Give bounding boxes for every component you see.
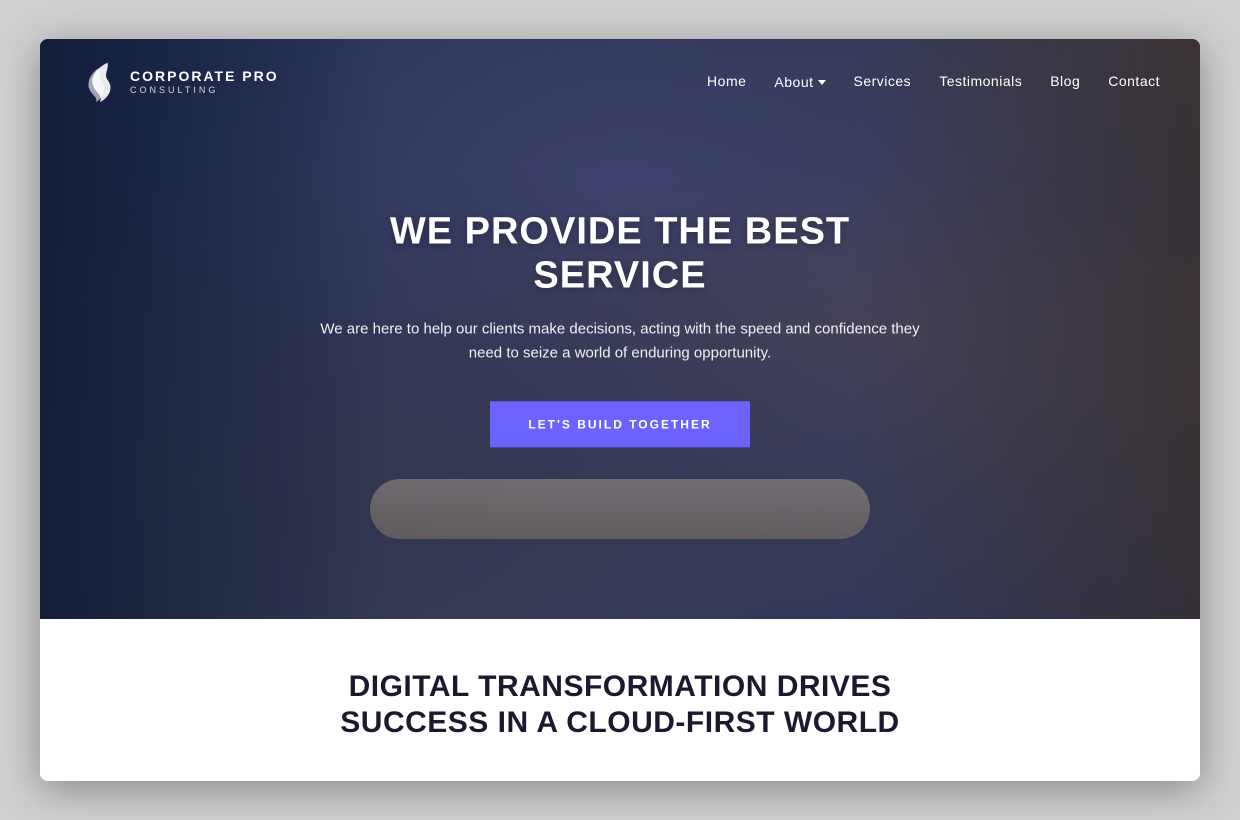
hero-subtitle: We are here to help our clients make dec…	[310, 318, 930, 366]
browser-frame: CORPORATE PRO CONSULTING Home About Serv…	[40, 39, 1200, 781]
below-hero-title: DIGITAL TRANSFORMATION DRIVES SUCCESS IN…	[80, 669, 1160, 741]
nav-link-about[interactable]: About	[774, 74, 825, 90]
nav-item-home[interactable]: Home	[707, 73, 746, 91]
below-hero-title-line1: DIGITAL TRANSFORMATION DRIVES	[349, 670, 892, 703]
nav-link-blog[interactable]: Blog	[1050, 73, 1080, 89]
hero-section: CORPORATE PRO CONSULTING Home About Serv…	[40, 39, 1200, 619]
nav-item-contact[interactable]: Contact	[1108, 73, 1160, 91]
meeting-table-decoration	[370, 479, 870, 539]
logo-text: CORPORATE PRO CONSULTING	[130, 68, 279, 95]
hero-title: WE PROVIDE THE BEST SERVICE	[310, 210, 930, 297]
logo-company-name: CORPORATE PRO	[130, 68, 279, 85]
logo-icon	[80, 59, 118, 104]
chevron-down-icon	[818, 80, 826, 85]
nav-item-about[interactable]: About	[774, 74, 825, 90]
navbar: CORPORATE PRO CONSULTING Home About Serv…	[40, 39, 1200, 124]
nav-link-services[interactable]: Services	[854, 73, 912, 89]
nav-item-services[interactable]: Services	[854, 73, 912, 91]
hero-content: WE PROVIDE THE BEST SERVICE We are here …	[310, 210, 930, 447]
below-hero-section: DIGITAL TRANSFORMATION DRIVES SUCCESS IN…	[40, 619, 1200, 781]
logo-link[interactable]: CORPORATE PRO CONSULTING	[80, 59, 279, 104]
hero-cta-button[interactable]: LET'S BUILD TOGETHER	[490, 402, 749, 448]
nav-item-blog[interactable]: Blog	[1050, 73, 1080, 91]
nav-links: Home About Services Testimonials Blog	[707, 73, 1160, 91]
below-hero-title-line2: SUCCESS IN A CLOUD-FIRST WORLD	[340, 706, 899, 739]
nav-link-testimonials[interactable]: Testimonials	[939, 73, 1022, 89]
logo-tagline: CONSULTING	[130, 85, 279, 95]
nav-about-label: About	[774, 74, 813, 90]
nav-item-testimonials[interactable]: Testimonials	[939, 73, 1022, 91]
nav-link-contact[interactable]: Contact	[1108, 73, 1160, 89]
nav-link-home[interactable]: Home	[707, 73, 746, 89]
